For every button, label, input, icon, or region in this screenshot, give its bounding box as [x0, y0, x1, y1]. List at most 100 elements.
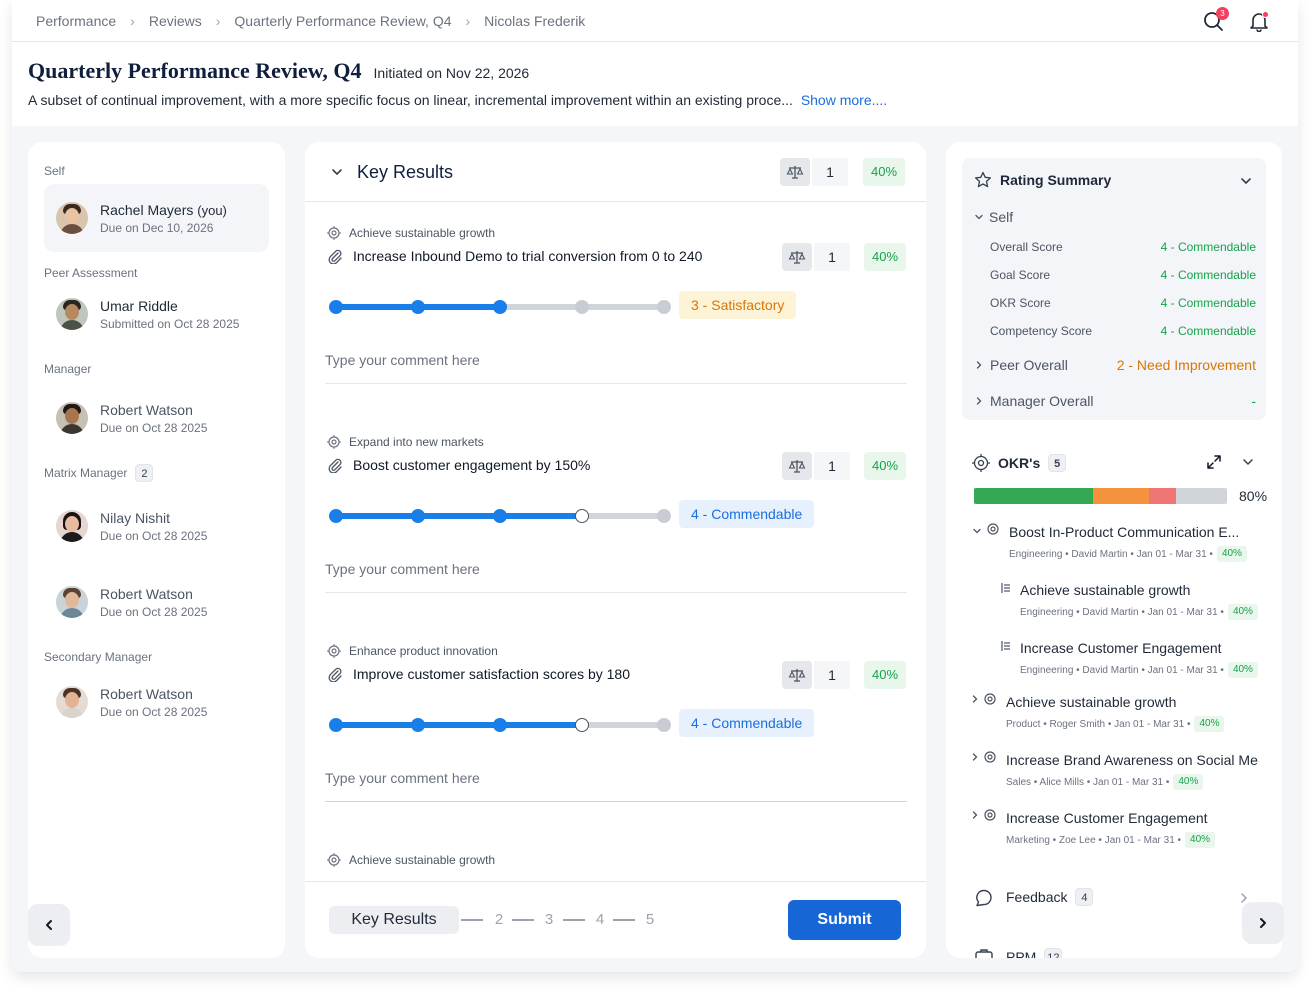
objective-label: Achieve sustainable growth	[327, 226, 495, 240]
comment-input[interactable]: Type your comment here	[325, 762, 907, 802]
paperclip-icon	[328, 667, 342, 682]
notifications-button[interactable]	[1248, 10, 1270, 33]
chevron-down-icon[interactable]	[972, 526, 982, 536]
you-tag: (you)	[197, 202, 227, 218]
weight-button[interactable]	[782, 243, 812, 271]
avatar	[56, 402, 88, 434]
key-results-header[interactable]: Key Results 1 40%	[305, 142, 926, 202]
slider-step-5[interactable]	[657, 509, 671, 523]
next-button[interactable]	[1242, 902, 1284, 944]
okr-progress-segment-3	[1148, 488, 1177, 504]
step-key-results[interactable]: Key Results	[329, 906, 459, 934]
scale-icon	[788, 251, 806, 264]
reviewers-panel: Self Rachel Mayers (you) Due on Dec 10, …	[28, 142, 285, 958]
score-label: Overall Score	[990, 240, 1063, 254]
key-result-title: Boost customer engagement by 150%	[327, 457, 590, 473]
manager-overall-row[interactable]: Manager Overall -	[974, 393, 1256, 409]
expand-icon[interactable]	[1206, 454, 1222, 470]
slider-step-1[interactable]	[329, 509, 343, 523]
reviewer-manager[interactable]: Robert Watson Due on Oct 28 2025	[44, 384, 269, 452]
briefcase-icon	[975, 949, 993, 958]
weight-button[interactable]	[782, 452, 812, 480]
reviewer-name: Rachel Mayers	[100, 201, 194, 218]
reviewer-peer[interactable]: Umar Riddle Submitted on Oct 28 2025	[44, 280, 269, 348]
slider-handle[interactable]	[575, 718, 589, 732]
reviewer-due: Due on Oct 28 2025	[100, 420, 208, 435]
chevron-down-icon[interactable]	[1242, 456, 1254, 468]
slider-step-5[interactable]	[657, 718, 671, 732]
slider-step-2[interactable]	[411, 509, 425, 523]
slider-step-5[interactable]	[657, 300, 671, 314]
search-badge: 3	[1216, 7, 1229, 20]
manager-overall-value: -	[1251, 393, 1256, 409]
show-more-link[interactable]: Show more....	[801, 92, 887, 108]
objective-text: Enhance product innovation	[349, 644, 498, 658]
search-button[interactable]: 3	[1202, 7, 1229, 32]
okr-item-title[interactable]: Boost In-Product Communication E...	[1009, 524, 1239, 540]
okr-subitem-title[interactable]: Achieve sustainable growth	[1020, 582, 1190, 598]
breadcrumb-review[interactable]: Quarterly Performance Review, Q4	[234, 13, 451, 29]
okr-item-title[interactable]: Increase Brand Awareness on Social Me	[1006, 752, 1258, 768]
reviewer-self[interactable]: Rachel Mayers (you) Due on Dec 10, 2026	[44, 184, 269, 252]
submit-button[interactable]: Submit	[788, 900, 901, 940]
chevron-right-icon[interactable]	[970, 694, 980, 704]
key-result-icon	[1001, 641, 1010, 651]
okr-item-title[interactable]: Achieve sustainable growth	[1006, 694, 1176, 710]
chevron-down-icon[interactable]	[1240, 175, 1252, 187]
self-section-label: Self	[44, 164, 65, 178]
self-label: Self	[989, 209, 1014, 225]
reviewer-matrix-2[interactable]: Robert Watson Due on Oct 28 2025	[44, 568, 269, 636]
slider-step-3[interactable]	[493, 300, 507, 314]
avatar	[56, 298, 88, 330]
target-icon	[984, 751, 996, 763]
ppm-row[interactable]: PPM 12	[1006, 948, 1063, 958]
step-connector	[512, 919, 534, 921]
secondary-section-label: Secondary Manager	[44, 650, 153, 664]
slider-step-2[interactable]	[411, 718, 425, 732]
paperclip-icon	[328, 249, 342, 264]
step-2[interactable]: 2	[484, 905, 514, 935]
self-toggle[interactable]: Self	[974, 209, 1013, 225]
slider-step-3[interactable]	[493, 509, 507, 523]
slider-step-2[interactable]	[411, 300, 425, 314]
slider-step-1[interactable]	[329, 300, 343, 314]
okr-item-title[interactable]: Increase Customer Engagement	[1006, 810, 1208, 826]
weight-button[interactable]	[782, 661, 812, 689]
okr-subitem-title[interactable]: Increase Customer Engagement	[1020, 640, 1222, 656]
breadcrumb-performance[interactable]: Performance	[36, 13, 116, 29]
peer-overall-row[interactable]: Peer Overall 2 - Need Improvement	[974, 357, 1256, 373]
step-4[interactable]: 4	[585, 905, 615, 935]
comment-input[interactable]: Type your comment here	[325, 344, 907, 384]
peer-overall-label: Peer Overall	[990, 357, 1068, 373]
okr-progress-bar	[974, 488, 1227, 504]
rating-slider[interactable]	[329, 300, 671, 314]
prev-button[interactable]	[28, 904, 70, 946]
key-result-item-2: Expand into new markets Boost customer e…	[305, 411, 926, 620]
key-result-title: Increase Inbound Demo to trial conversio…	[327, 248, 702, 264]
chevron-down-icon[interactable]	[331, 166, 343, 178]
reviewer-matrix-1[interactable]: Nilay Nishit Due on Oct 28 2025	[44, 492, 269, 560]
feedback-row[interactable]: Feedback 4	[1006, 888, 1094, 906]
slider-handle[interactable]	[575, 509, 589, 523]
ppm-label: PPM	[1006, 949, 1037, 958]
score-label: Competency Score	[990, 324, 1093, 338]
weight-button[interactable]	[780, 158, 810, 186]
breadcrumb-reviews[interactable]: Reviews	[149, 13, 202, 29]
manager-overall-label: Manager Overall	[990, 393, 1094, 409]
step-5[interactable]: 5	[635, 905, 665, 935]
percent-chip: 40%	[864, 661, 906, 689]
chevron-right-icon[interactable]	[970, 810, 980, 820]
objective-text: Expand into new markets	[349, 435, 484, 449]
step-3[interactable]: 3	[534, 905, 564, 935]
slider-step-4[interactable]	[575, 300, 589, 314]
ppm-count-badge: 12	[1044, 948, 1063, 958]
slider-step-1[interactable]	[329, 718, 343, 732]
objective-label: Achieve sustainable growth	[327, 853, 495, 867]
rating-slider[interactable]	[329, 509, 671, 523]
rating-slider[interactable]	[329, 718, 671, 732]
slider-step-3[interactable]	[493, 718, 507, 732]
comment-input[interactable]: Type your comment here	[325, 553, 907, 593]
chevron-right-icon[interactable]	[970, 752, 980, 762]
reviewer-secondary[interactable]: Robert Watson Due on Oct 28 2025	[44, 668, 269, 736]
top-bar: Performance › Reviews › Quarterly Perfor…	[12, 0, 1298, 42]
